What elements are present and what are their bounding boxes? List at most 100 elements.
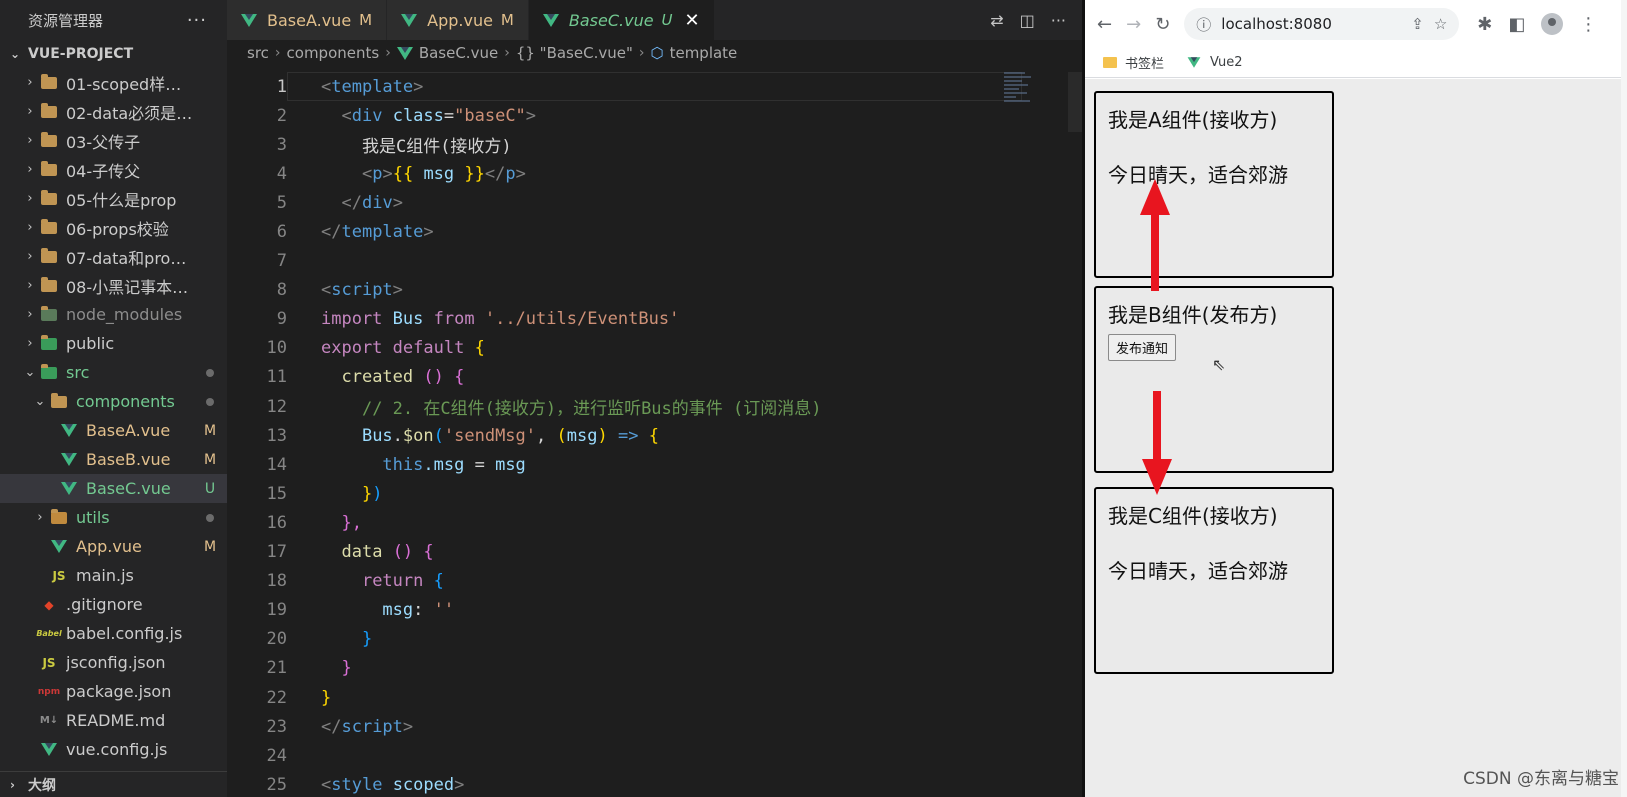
tree-item[interactable]: › public — [0, 329, 227, 358]
tab-app[interactable]: App.vue M — [387, 0, 529, 40]
tree-item[interactable]: M↓ README.md — [0, 706, 227, 735]
tree-item-label: App.vue — [76, 537, 142, 556]
project-header[interactable]: ⌄ VUE-PROJECT — [0, 40, 227, 68]
js-file-icon: JS — [52, 568, 66, 583]
breadcrumb-item[interactable]: BaseC.vue — [419, 44, 498, 62]
vue-file-icon — [241, 13, 257, 27]
tab-label: App.vue — [427, 10, 493, 30]
folder-shape — [41, 218, 57, 234]
tree-item[interactable]: ⌄ components — [0, 387, 227, 416]
vue-file-icon — [48, 539, 70, 555]
back-icon[interactable]: ← — [1097, 14, 1112, 35]
outline-section[interactable]: › 大纲 — [0, 771, 227, 797]
chevron-right-icon: › — [10, 777, 15, 792]
page-scrollbar[interactable] — [1621, 0, 1627, 797]
tree-item[interactable]: npm package.json — [0, 677, 227, 706]
tree-item[interactable]: › 01-scoped样式独立 — [0, 68, 227, 97]
url-text: localhost:8080 — [1221, 15, 1332, 33]
tree-item-label: package.json — [66, 682, 172, 701]
chevron-down-icon: ⌄ — [24, 365, 36, 380]
folder-shape — [41, 247, 57, 263]
tree-item[interactable]: JS jsconfig.json — [0, 648, 227, 677]
tree-item[interactable]: › 08-小黑记事本-完... — [0, 271, 227, 300]
editor-actions: ⇄ ◫ ··· — [990, 0, 1082, 40]
line-number: 6 — [276, 222, 287, 243]
line-number: 21 — [266, 658, 287, 679]
dot-shape — [206, 397, 214, 406]
component-a-title: 我是A组件(接收方) — [1108, 108, 1278, 132]
vue-file-icon — [58, 452, 80, 468]
bookmark-folder[interactable]: 书签栏 — [1103, 53, 1164, 72]
side-panel-icon[interactable]: ◧ — [1508, 14, 1525, 35]
editor-scrollbar[interactable] — [1068, 72, 1082, 132]
reload-icon[interactable]: ↻ — [1155, 14, 1170, 35]
chevron-right-icon: › — [504, 45, 510, 61]
token: { — [648, 425, 659, 446]
tree-item[interactable]: › 03-父传子 — [0, 126, 227, 155]
publish-notice-button[interactable]: 发布通知 — [1108, 334, 1177, 361]
tab-basec[interactable]: BaseC.vue U ✕ — [528, 0, 715, 40]
tree-item-label: components — [76, 392, 175, 411]
token: { — [474, 338, 485, 359]
breadcrumb-item[interactable]: template — [670, 44, 738, 62]
cube-icon: ⬡ — [650, 44, 664, 62]
vue-file-icon — [58, 481, 80, 497]
tree-item[interactable]: BaseC.vue U — [0, 474, 227, 503]
tree-item-label: 05-什么是prop — [66, 190, 177, 210]
tree-item[interactable]: › node_modules — [0, 300, 227, 329]
token: script — [331, 280, 393, 301]
tree-item[interactable]: BaseB.vue M — [0, 445, 227, 474]
forward-icon[interactable]: → — [1126, 14, 1141, 35]
line-number: 14 — [266, 454, 287, 475]
more-actions-icon[interactable]: ··· — [187, 10, 207, 31]
token: "baseC" — [454, 105, 526, 126]
chevron-right-icon: › — [37, 510, 43, 525]
tree-item[interactable]: App.vue M — [0, 532, 227, 561]
menu-icon[interactable]: ⋮ — [1579, 14, 1597, 35]
folder-icon — [48, 508, 70, 526]
token: > — [392, 280, 403, 301]
tree-item-label: node_modules — [66, 305, 183, 324]
breadcrumb-item[interactable]: components — [287, 44, 380, 62]
tree-item[interactable]: › 06-props校验 — [0, 213, 227, 242]
address-bar[interactable]: ⓘ localhost:8080 ⇪ ☆ — [1184, 8, 1460, 40]
tree-item[interactable]: › 05-什么是prop — [0, 184, 227, 213]
tab-basea[interactable]: BaseA.vue M — [227, 0, 388, 40]
compare-changes-icon[interactable]: ⇄ — [990, 11, 1003, 30]
tree-item[interactable]: ◆ .gitignore — [0, 590, 227, 619]
line-number: 4 — [276, 163, 287, 184]
token: () — [423, 367, 444, 388]
tree-item[interactable]: Babel babel.config.js — [0, 619, 227, 648]
tab-status: M — [500, 11, 514, 29]
token: } — [361, 483, 373, 504]
close-icon[interactable]: ✕ — [685, 10, 700, 31]
extensions-icon[interactable]: ✱ — [1477, 14, 1492, 35]
minimap[interactable] — [1004, 72, 1034, 132]
tree-item[interactable]: › 04-子传父 — [0, 155, 227, 184]
token: script — [341, 716, 403, 737]
chevron-right-icon: › — [27, 75, 33, 90]
chevron-right-icon: › — [27, 133, 33, 148]
bookmark-star-icon[interactable]: ☆ — [1434, 15, 1447, 33]
token: ( — [433, 425, 444, 446]
more-actions-icon[interactable]: ··· — [1051, 11, 1066, 30]
line-number: 17 — [266, 542, 287, 563]
breadcrumb-item[interactable]: src — [247, 44, 269, 62]
profile-avatar[interactable] — [1541, 13, 1564, 35]
breadcrumb-item[interactable]: {} "BaseC.vue" — [516, 44, 633, 62]
share-icon[interactable]: ⇪ — [1411, 15, 1424, 33]
tree-item[interactable]: › utils — [0, 503, 227, 532]
token: 'sendMsg' — [443, 425, 537, 446]
info-icon[interactable]: ⓘ — [1196, 14, 1211, 35]
markdown-file-icon: M↓ — [39, 715, 59, 726]
bookmark-vue2[interactable]: Vue2 — [1186, 55, 1243, 70]
tree-item[interactable]: vue.config.js — [0, 735, 227, 764]
code-area[interactable]: 1 <template> 2 <div class="baseC"> 3 我是C组… — [227, 72, 1082, 797]
token: . — [392, 425, 403, 446]
tree-item[interactable]: ⌄ src — [0, 358, 227, 387]
tree-item[interactable]: JS main.js — [0, 561, 227, 590]
tree-item[interactable]: BaseA.vue M — [0, 416, 227, 445]
split-editor-icon[interactable]: ◫ — [1020, 11, 1035, 30]
tree-item[interactable]: › 07-data和props的... — [0, 242, 227, 271]
tree-item[interactable]: › 02-data必须是一... — [0, 97, 227, 126]
